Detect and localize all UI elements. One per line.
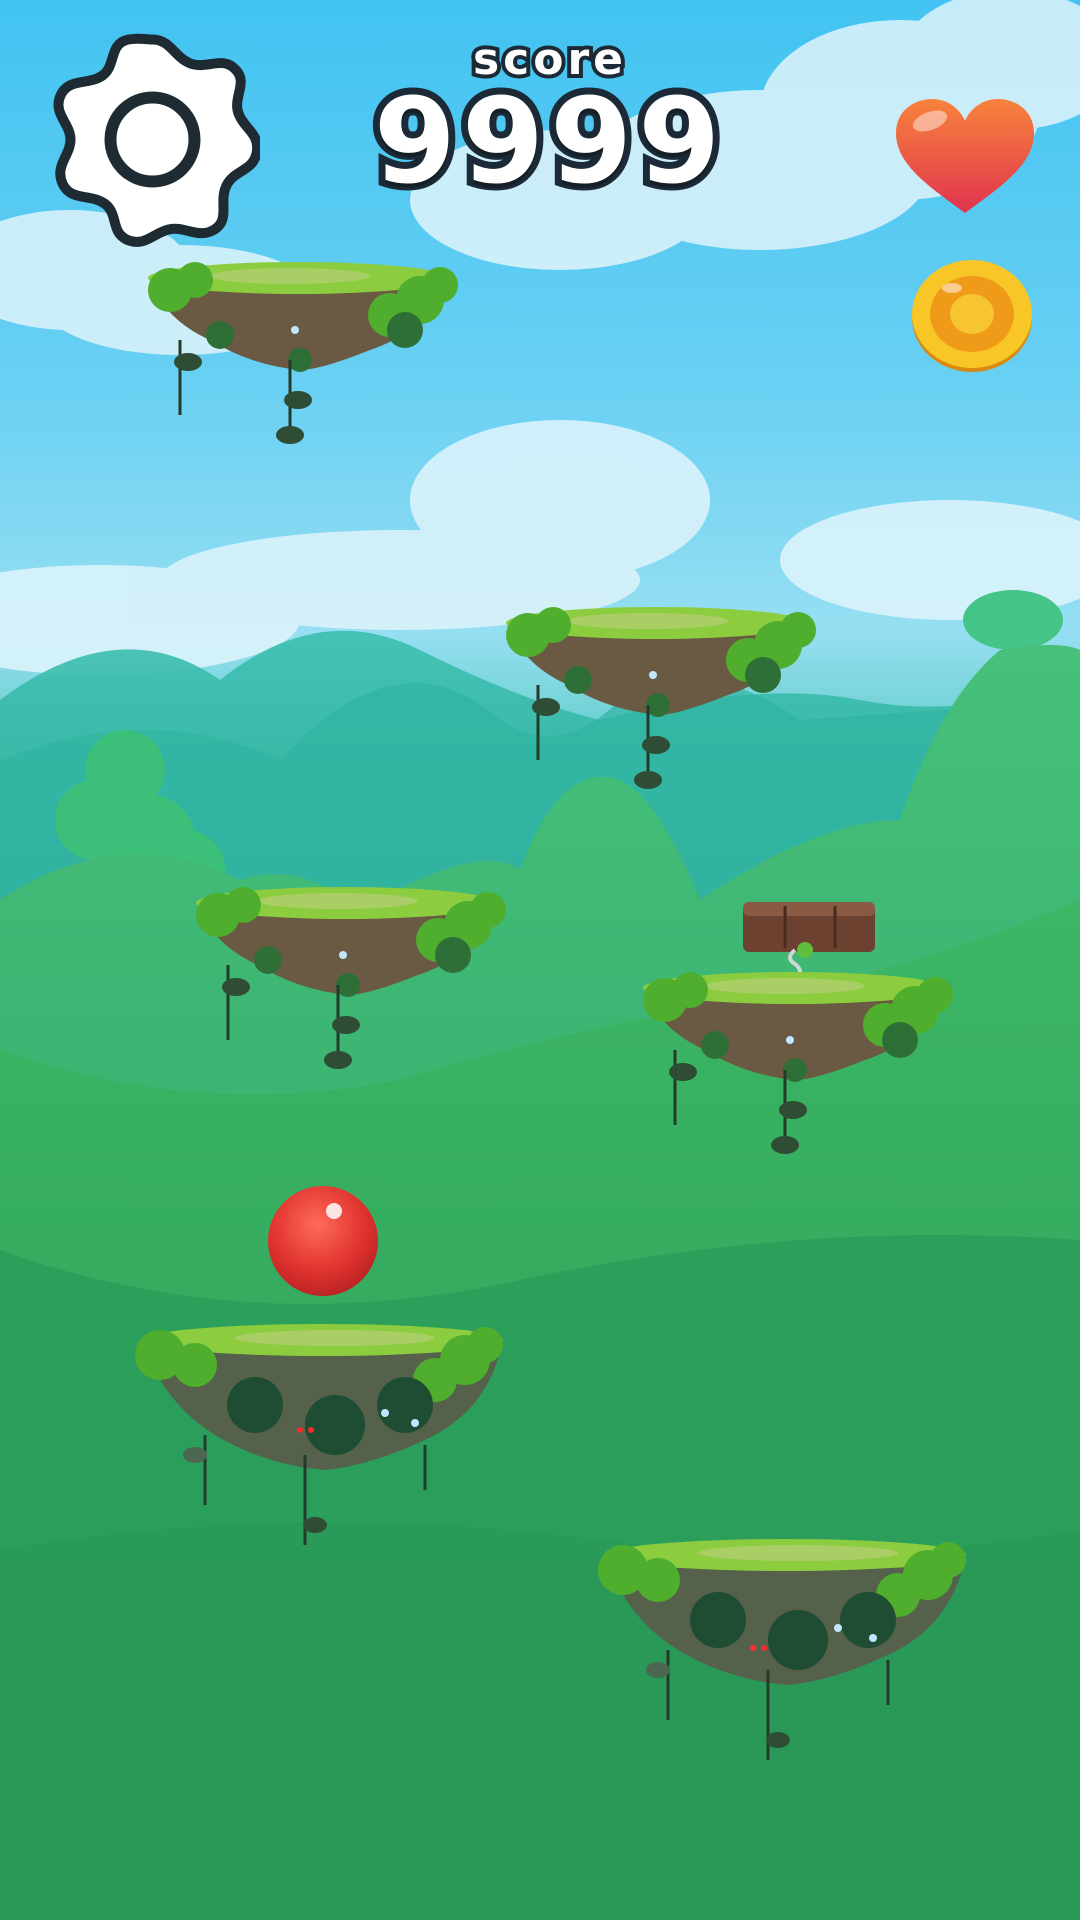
heart-icon (896, 99, 1034, 213)
floating-platform (598, 1520, 973, 1770)
settings-button[interactable] (45, 32, 263, 247)
coin-icon (912, 260, 1032, 372)
coin-button[interactable] (908, 258, 1036, 374)
score-value: 9999 (367, 72, 727, 210)
game-stage[interactable]: score 9999 (0, 0, 1080, 1920)
wooden-crate-spring (743, 902, 875, 980)
floating-platform (140, 240, 460, 460)
lives-button[interactable] (890, 95, 1040, 220)
player-ball (266, 1184, 380, 1298)
gear-icon (53, 33, 263, 247)
floating-platform-spring (635, 900, 955, 1170)
floating-platform (188, 865, 508, 1085)
floating-platform (498, 585, 818, 805)
floating-platform (135, 1305, 510, 1555)
